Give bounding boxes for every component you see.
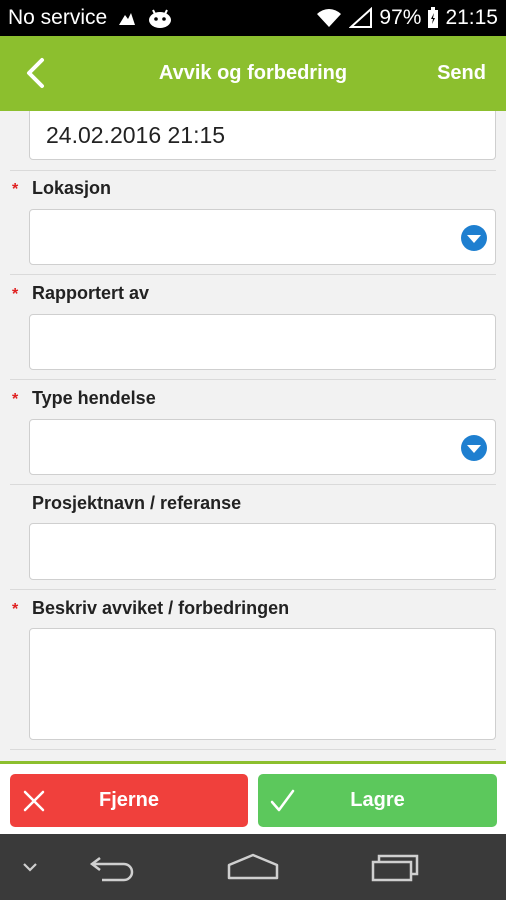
field-label-type-hendelse: Type hendelse <box>32 388 156 408</box>
date-value: 24.02.2016 21:15 <box>46 122 226 148</box>
signal-icon <box>349 7 373 29</box>
remove-button-label: Fjerne <box>98 789 160 811</box>
wifi-icon <box>315 8 343 28</box>
save-button-label: Lagre <box>350 789 405 811</box>
field-label-rapportert-av: Rapportert av <box>32 283 150 303</box>
nav-home-button[interactable] <box>218 834 288 900</box>
nav-recent-apps-button[interactable] <box>360 834 430 900</box>
required-marker: * <box>12 391 19 408</box>
nav-hide-keyboard-button[interactable] <box>10 834 50 900</box>
divider <box>10 170 496 171</box>
divider <box>10 484 496 485</box>
page-title: Avvik og forbedring <box>158 62 348 84</box>
prosjektnavn-input[interactable] <box>29 523 496 580</box>
chevron-down-icon <box>23 863 37 872</box>
divider <box>10 749 496 750</box>
required-marker: * <box>12 286 19 303</box>
divider <box>10 274 496 275</box>
action-panel: Fjerne Lagre <box>0 761 506 834</box>
lokasjon-dropdown[interactable] <box>29 209 496 265</box>
android-icon <box>147 8 173 28</box>
close-icon <box>23 790 45 812</box>
chevron-down-circle-icon <box>461 435 487 461</box>
rapportert-av-input[interactable] <box>29 314 496 370</box>
form-content: 24.02.2016 21:15 * Lokasjon * Rapportert… <box>0 111 506 761</box>
carrier-text: No service <box>8 6 108 29</box>
nav-back-button[interactable] <box>78 834 148 900</box>
send-button[interactable]: Send <box>437 62 486 85</box>
battery-text: 97% <box>379 6 422 29</box>
chevron-down-circle-icon <box>461 225 487 251</box>
required-marker: * <box>12 181 19 198</box>
notification-icon <box>117 9 137 27</box>
field-label-beskriv: Beskriv avviket / forbedringen <box>32 598 290 618</box>
navigation-bar <box>0 834 506 900</box>
clock-text: 21:15 <box>445 6 498 29</box>
battery-icon <box>427 7 439 29</box>
save-button[interactable]: Lagre <box>258 774 497 827</box>
recent-apps-icon <box>371 854 419 882</box>
field-label-prosjektnavn: Prosjektnavn / referanse <box>32 493 242 513</box>
type-hendelse-dropdown[interactable] <box>29 419 496 475</box>
home-icon <box>227 853 279 880</box>
divider <box>10 379 496 380</box>
beskriv-textarea[interactable] <box>29 628 496 740</box>
remove-button[interactable]: Fjerne <box>10 774 248 827</box>
field-label-lokasjon: Lokasjon <box>32 178 112 198</box>
status-bar: No service 97% 21:15 <box>0 0 506 36</box>
app-bar: Avvik og forbedring Send <box>0 36 506 111</box>
checkmark-icon <box>270 789 295 812</box>
back-arrow-icon <box>89 857 134 882</box>
date-input[interactable]: 24.02.2016 21:15 <box>29 111 496 160</box>
required-marker: * <box>12 601 19 618</box>
divider <box>10 589 496 590</box>
